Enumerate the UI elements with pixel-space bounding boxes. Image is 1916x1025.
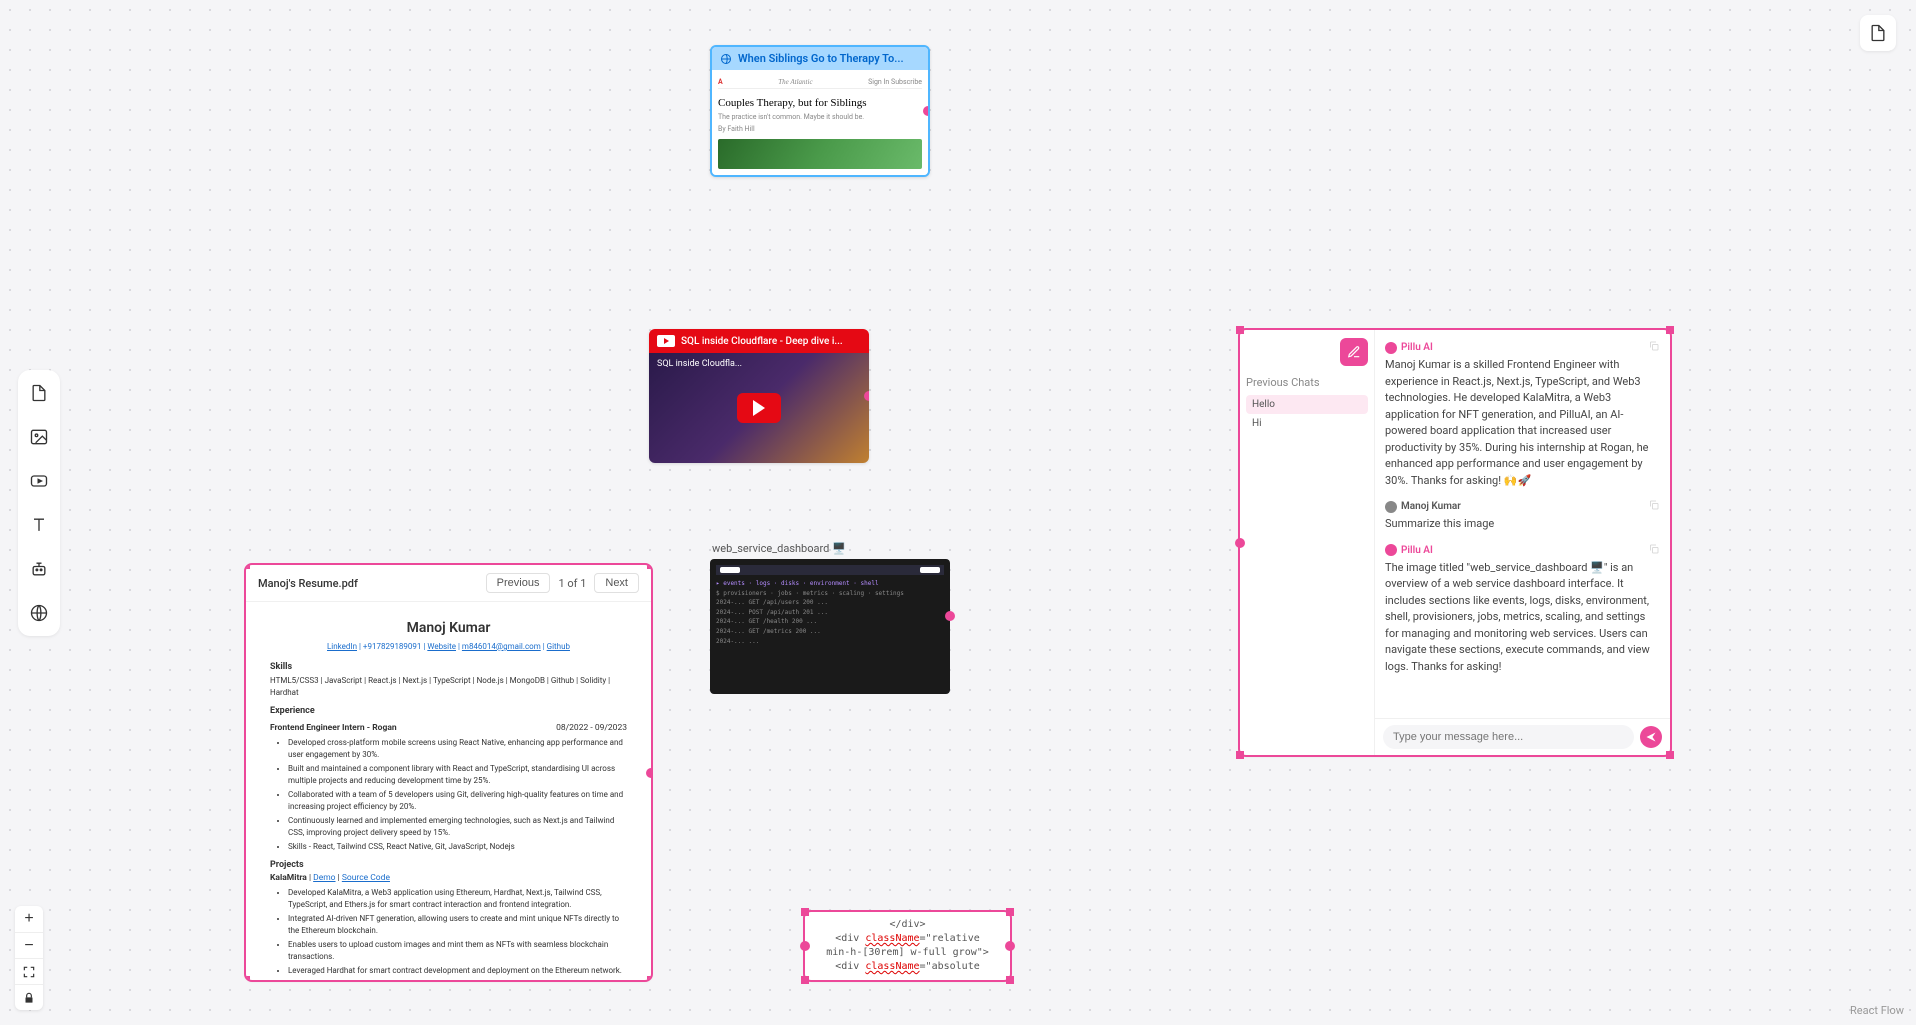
chat-input-row (1375, 718, 1670, 755)
resume-node[interactable]: Manoj's Resume.pdf Previous 1 of 1 Next … (246, 565, 651, 980)
handle-right[interactable] (864, 391, 869, 401)
chat-main: Pillu AI Manoj Kumar is a skilled Fronte… (1375, 330, 1670, 755)
youtube-icon (657, 335, 675, 347)
pdf-filename: Manoj's Resume.pdf (258, 577, 478, 590)
file-icon[interactable] (26, 380, 52, 406)
resize-handle[interactable] (1236, 326, 1244, 334)
resize-handle[interactable] (647, 565, 651, 569)
resize-handle[interactable] (647, 976, 651, 980)
user-avatar (1385, 501, 1397, 513)
prev-button[interactable]: Previous (486, 573, 551, 593)
left-toolbar (18, 370, 60, 636)
resize-handle[interactable] (246, 565, 250, 569)
handle-right[interactable] (923, 106, 930, 116)
copy-icon[interactable] (1648, 543, 1660, 555)
video-node[interactable]: SQL inside Cloudflare - Deep dive i... S… (649, 329, 869, 463)
handle-right[interactable] (945, 611, 955, 621)
chat-item[interactable]: Hi (1246, 414, 1368, 433)
video-header: SQL inside Cloudflare - Deep dive i... (649, 329, 869, 353)
copy-icon[interactable] (1648, 499, 1660, 511)
globe-icon[interactable] (26, 600, 52, 626)
handle-left[interactable] (800, 941, 810, 951)
article-node[interactable]: When Siblings Go to Therapy To... A The … (710, 45, 930, 177)
resize-handle[interactable] (1006, 976, 1014, 984)
previous-chats-label: Previous Chats (1246, 376, 1368, 389)
next-button[interactable]: Next (594, 573, 639, 593)
top-right-file-button[interactable] (1860, 15, 1896, 51)
text-icon[interactable] (26, 512, 52, 538)
dashboard-title: web_service_dashboard 🖥️ (712, 542, 846, 555)
article-hero-image (718, 139, 922, 169)
article-header: When Siblings Go to Therapy To... (712, 47, 928, 70)
ai-avatar (1385, 544, 1397, 556)
new-chat-button[interactable] (1340, 338, 1368, 366)
resize-handle[interactable] (246, 976, 250, 980)
dashboard-node[interactable]: web_service_dashboard 🖥️ ▸ events · logs… (710, 538, 950, 694)
code-node[interactable]: </div> <div className="relative min-h-[3… (805, 912, 1010, 980)
resize-handle[interactable] (1236, 751, 1244, 759)
pdf-toolbar: Manoj's Resume.pdf Previous 1 of 1 Next (246, 565, 651, 602)
copy-icon[interactable] (1648, 340, 1660, 352)
globe-icon (720, 53, 732, 65)
lock-button[interactable] (15, 984, 43, 1010)
zoom-in-button[interactable]: + (15, 906, 43, 932)
resize-handle[interactable] (801, 976, 809, 984)
handle-left[interactable] (1235, 538, 1245, 548)
page-indicator: 1 of 1 (558, 577, 586, 590)
article-title: When Siblings Go to Therapy To... (738, 52, 904, 65)
play-icon[interactable] (737, 393, 781, 423)
send-button[interactable] (1640, 726, 1662, 748)
pdf-content: Manoj Kumar LinkedIn | +917829189091 | W… (246, 602, 651, 980)
message-input[interactable] (1383, 725, 1634, 749)
handle-right[interactable] (1005, 941, 1015, 951)
bot-icon[interactable] (26, 556, 52, 582)
ai-avatar (1385, 342, 1397, 354)
attribution-label: React Flow (1850, 1004, 1904, 1017)
video-title: SQL inside Cloudflare - Deep dive i... (681, 336, 843, 347)
zoom-controls: + − (15, 906, 43, 1010)
handle-right[interactable] (646, 768, 651, 778)
chat-sidebar: Previous Chats Hello Hi (1240, 330, 1375, 755)
image-icon[interactable] (26, 424, 52, 450)
video-thumbnail[interactable]: SQL inside Cloudfla... (649, 353, 869, 463)
resize-handle[interactable] (1006, 908, 1014, 916)
chat-item[interactable]: Hello (1246, 395, 1368, 414)
fit-view-button[interactable] (15, 958, 43, 984)
resize-handle[interactable] (801, 908, 809, 916)
dashboard-preview: ▸ events · logs · disks · environment · … (710, 559, 950, 694)
video-icon[interactable] (26, 468, 52, 494)
zoom-out-button[interactable]: − (15, 932, 43, 958)
resize-handle[interactable] (1666, 326, 1674, 334)
article-preview: A The Atlantic Sign In Subscribe Couples… (712, 70, 928, 175)
resize-handle[interactable] (1666, 751, 1674, 759)
chat-node[interactable]: Previous Chats Hello Hi Pillu AI Manoj K… (1240, 330, 1670, 755)
